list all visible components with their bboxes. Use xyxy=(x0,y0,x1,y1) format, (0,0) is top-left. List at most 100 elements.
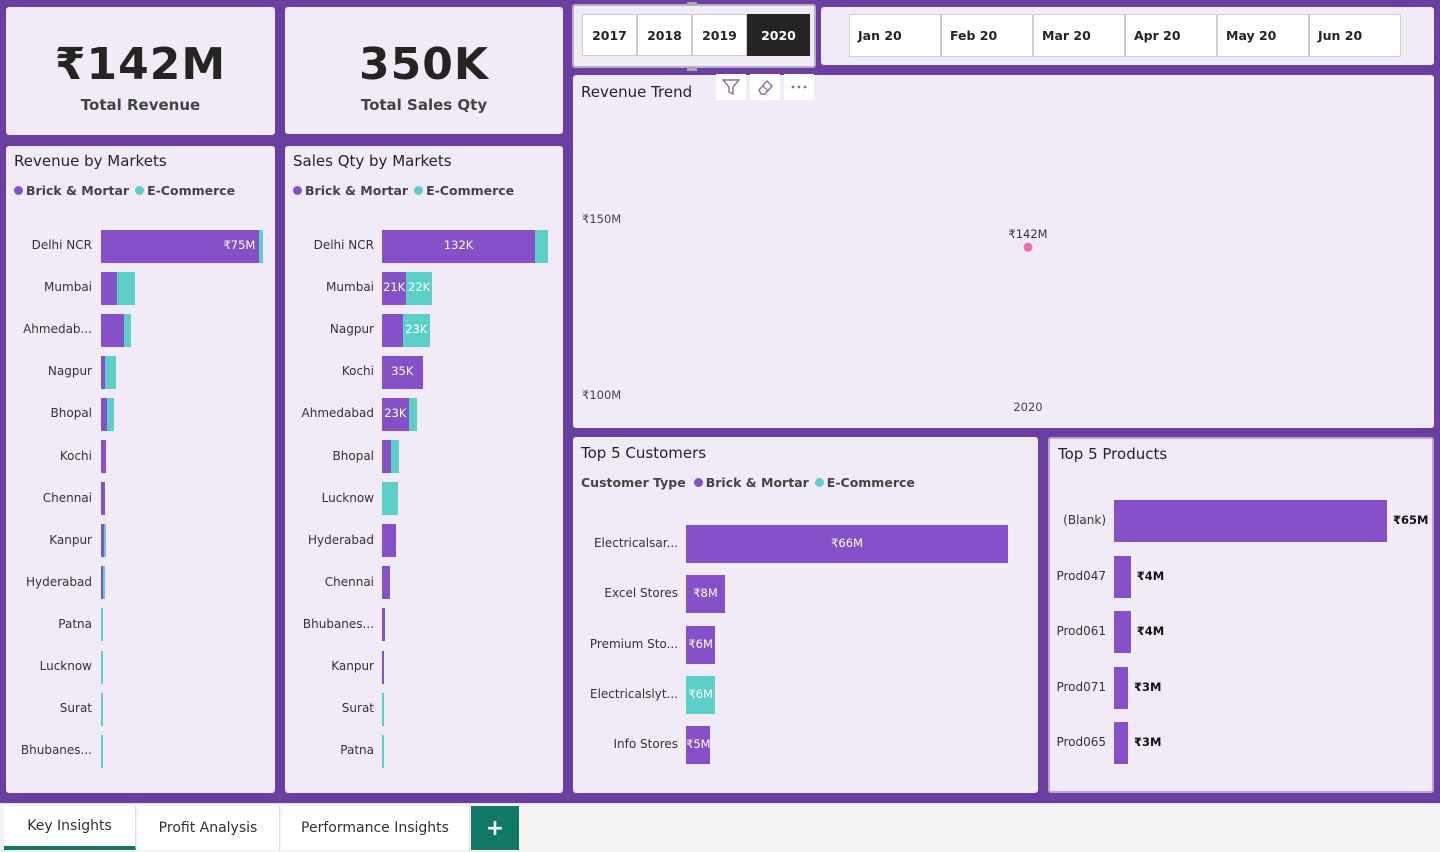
year-slicer: 2017 2018 2019 2020 xyxy=(572,4,816,68)
bar-ecommerce[interactable] xyxy=(259,229,263,263)
year-option-2017[interactable]: 2017 xyxy=(582,14,637,56)
category-label: Kanpur xyxy=(49,532,92,547)
tab-profit-analysis[interactable]: Profit Analysis xyxy=(137,806,280,850)
category-label: Prod047 xyxy=(1056,568,1106,583)
bar-brick-mortar[interactable] xyxy=(382,566,391,600)
category-label: Mumbai xyxy=(44,280,92,295)
category-label: Ahmedab... xyxy=(23,322,92,337)
data-label: ₹4M xyxy=(1136,624,1165,638)
bar[interactable] xyxy=(1114,500,1387,542)
bar[interactable] xyxy=(1114,611,1131,653)
bar-brick-mortar[interactable] xyxy=(382,440,392,473)
revenue-by-markets-plot: Delhi NCR ₹75M Mumbai Ahmedab... Nagpur Bhopa… xyxy=(6,146,275,793)
kpi-card-revenue[interactable]: ₹142M Total Revenue xyxy=(6,7,275,135)
data-label: 132K xyxy=(443,238,474,252)
more-options-icon[interactable] xyxy=(784,74,814,100)
bar-brick-mortar[interactable] xyxy=(382,313,403,347)
bar-brick-mortar[interactable] xyxy=(382,608,386,642)
tab-key-insights[interactable]: Key Insights xyxy=(4,806,136,850)
bar-ecommerce[interactable] xyxy=(382,482,399,516)
add-page-button[interactable]: + xyxy=(471,806,519,850)
data-label: ₹8M xyxy=(693,586,718,601)
eraser-icon[interactable] xyxy=(750,74,780,100)
month-option[interactable]: Jun 20 xyxy=(1309,14,1401,57)
month-option[interactable]: Feb 20 xyxy=(941,14,1033,57)
kpi-qty-label: Total Sales Qty xyxy=(360,96,488,114)
bar-ecommerce[interactable] xyxy=(103,524,106,558)
bar[interactable] xyxy=(1114,722,1128,764)
bar-ecommerce[interactable] xyxy=(124,313,132,347)
bar-brick-mortar[interactable] xyxy=(101,482,105,516)
month-option[interactable]: May 20 xyxy=(1217,14,1309,57)
kpi-qty-value: 350K xyxy=(359,39,489,90)
revenue-trend-plot: ₹142M 2020 xyxy=(1008,227,1047,414)
top-customers-plot: Electricalsar... ₹66M Excel Stores ₹8M Premi… xyxy=(573,437,1038,793)
bar[interactable] xyxy=(1114,666,1128,709)
x-tick-label: 2020 xyxy=(1013,400,1042,414)
bar[interactable] xyxy=(1114,555,1131,598)
bar-ecommerce[interactable] xyxy=(382,692,385,726)
bar-ecommerce[interactable] xyxy=(382,734,384,768)
kpi-revenue-label: Total Revenue xyxy=(80,96,201,114)
data-label: 21K xyxy=(383,280,406,295)
category-label: Ahmedabad xyxy=(301,406,374,421)
category-label: Kochi xyxy=(341,364,374,379)
month-option[interactable]: Mar 20 xyxy=(1033,14,1125,57)
category-label: Kanpur xyxy=(331,659,374,673)
bar-ecommerce[interactable] xyxy=(116,271,136,305)
top-products-card[interactable]: Top 5 Products (Blank) ₹65M Prod047 ₹4M Prod… xyxy=(1048,437,1434,793)
category-label: Nagpur xyxy=(47,364,92,379)
category-label: (Blank) xyxy=(1063,513,1106,527)
month-option[interactable]: Jan 20 xyxy=(849,14,941,57)
category-label: Electricalsar... xyxy=(593,536,678,550)
bar-brick-mortar[interactable] xyxy=(382,650,385,684)
year-option-2018[interactable]: 2018 xyxy=(637,14,692,56)
category-label: Bhubanes... xyxy=(20,743,92,758)
bar-brick-mortar[interactable] xyxy=(101,271,117,305)
category-label: Prod065 xyxy=(1056,735,1106,749)
bar-ecommerce[interactable] xyxy=(107,397,115,431)
data-label: ₹75M xyxy=(223,238,256,252)
category-label: Prod071 xyxy=(1056,679,1106,694)
qty-by-markets-plot: Delhi NCR 132K Mumbai 21K 22K Nagpur 23K Kochi 3… xyxy=(285,146,563,793)
category-label: Lucknow xyxy=(39,659,92,673)
bar-ecommerce[interactable] xyxy=(101,608,104,642)
data-label: ₹66M xyxy=(831,536,863,550)
bar-brick-mortar[interactable] xyxy=(382,524,396,558)
kpi-card-qty[interactable]: 350K Total Sales Qty xyxy=(285,7,563,134)
category-label: Bhopal xyxy=(50,406,92,421)
bar-brick-mortar[interactable] xyxy=(101,440,106,473)
category-label: Kochi xyxy=(59,448,92,463)
bar-ecommerce[interactable] xyxy=(101,734,104,768)
category-label: Excel Stores xyxy=(604,586,678,601)
bar-ecommerce[interactable] xyxy=(391,440,400,473)
revenue-by-markets-card[interactable]: Revenue by Markets Brick & Mortar E-Comm… xyxy=(6,146,275,793)
top-products-plot: (Blank) ₹65M Prod047 ₹4M Prod061 ₹4M Prod071 ₹3… xyxy=(1050,439,1432,791)
filter-icon[interactable] xyxy=(716,74,746,100)
tab-performance-insights[interactable]: Performance Insights xyxy=(281,806,470,850)
bar-ecommerce[interactable] xyxy=(408,397,417,431)
trend-point[interactable] xyxy=(1023,242,1033,252)
year-option-2020[interactable]: 2020 xyxy=(747,14,810,56)
top-customers-card[interactable]: Top 5 Customers Customer Type Brick & Mo… xyxy=(573,437,1038,793)
qty-by-markets-card[interactable]: Sales Qty by Markets Brick & Mortar E-Co… xyxy=(285,146,563,793)
category-label: Prod061 xyxy=(1056,624,1106,638)
bar-ecommerce[interactable] xyxy=(535,229,548,263)
data-label: 23K xyxy=(384,406,407,421)
data-label: ₹3M xyxy=(1134,735,1162,749)
bar-ecommerce[interactable] xyxy=(101,650,104,684)
month-slicer-options: Jan 20 Feb 20 Mar 20 Apr 20 May 20 Jun 20 xyxy=(849,14,1401,57)
year-option-2019[interactable]: 2019 xyxy=(692,14,747,56)
bar-brick-mortar[interactable] xyxy=(101,313,125,347)
bar-ecommerce[interactable] xyxy=(105,355,117,389)
plus-icon: + xyxy=(485,815,505,841)
revenue-trend-card[interactable]: Revenue Trend ₹150M ₹100M ₹142M 2020 xyxy=(573,75,1434,428)
bar-ecommerce[interactable] xyxy=(102,566,105,600)
category-label: Bhopal xyxy=(332,448,374,463)
bar-ecommerce[interactable] xyxy=(101,692,104,726)
category-label: Surat xyxy=(59,701,92,716)
month-option[interactable]: Apr 20 xyxy=(1125,14,1217,57)
selection-handle xyxy=(687,67,697,71)
category-label: Nagpur xyxy=(329,322,374,337)
category-label: Hyderabad xyxy=(26,574,92,589)
